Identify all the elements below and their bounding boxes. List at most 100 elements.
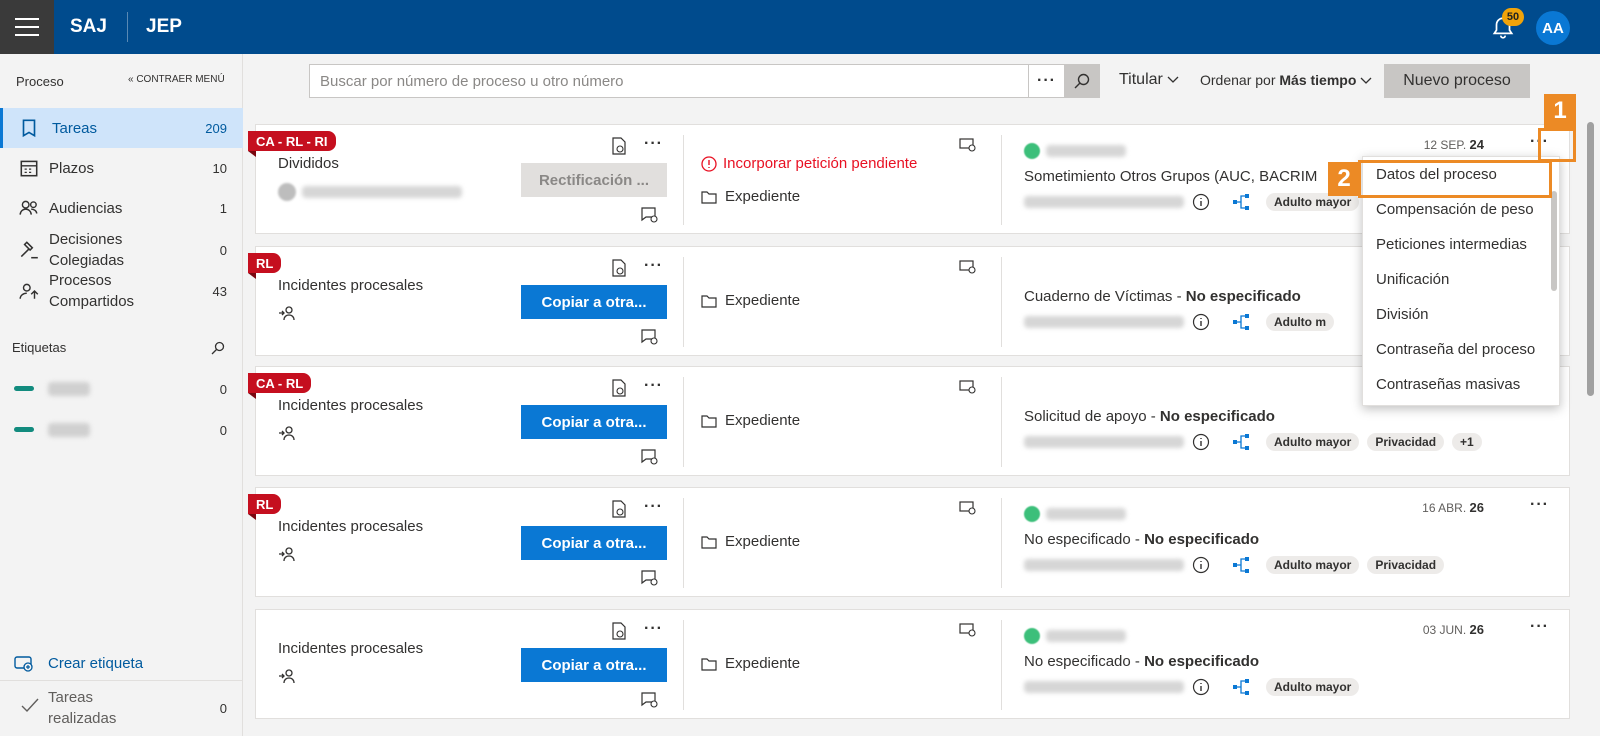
scrollbar-thumb[interactable] <box>1587 122 1594 396</box>
hamburger-menu-icon[interactable] <box>0 0 54 54</box>
info-icon[interactable] <box>1192 678 1210 696</box>
sidebar-item-audiencias[interactable]: Audiencias 1 <box>0 188 243 228</box>
folder-icon <box>701 414 717 428</box>
folder-add-icon[interactable] <box>959 259 977 275</box>
card-meta-row: Adulto mayor Privacidad +1 <box>1024 433 1482 451</box>
tag-chip: Adulto mayor <box>1266 433 1360 451</box>
menu-item-peticiones-intermedias[interactable]: Peticiones intermedias <box>1363 227 1549 262</box>
sidebar-item-tareas-realizadas[interactable]: Tareas realizadas 0 <box>0 680 243 736</box>
process-more-options-button[interactable]: ··· <box>1530 618 1549 636</box>
card-assignee <box>278 546 296 562</box>
comment-add-icon[interactable] <box>641 449 659 465</box>
tag-chip: Adulto mayor <box>1266 556 1360 574</box>
card-meta-row: Adulto mayor <box>1024 678 1360 696</box>
tag-color-bar <box>14 386 34 391</box>
search-labels-icon[interactable] <box>210 340 226 356</box>
alert-text: Incorporar petición pendiente <box>723 155 918 172</box>
folder-add-icon[interactable] <box>959 500 977 516</box>
sidebar-item-tareas[interactable]: Tareas 209 <box>0 108 243 148</box>
document-clock-icon[interactable] <box>611 500 627 518</box>
card-title: Incidentes procesales <box>278 518 424 535</box>
card-more-options-button[interactable]: ··· <box>644 377 663 395</box>
expediente-link[interactable]: Expediente <box>701 292 800 309</box>
main-scrollbar[interactable] <box>1585 112 1596 732</box>
user-name-redacted <box>1046 508 1126 520</box>
document-clock-icon[interactable] <box>611 379 627 397</box>
card-action-button[interactable]: Rectificación ... <box>521 163 667 197</box>
menu-item-division[interactable]: División <box>1363 297 1549 332</box>
card-action-button[interactable]: Copiar a otra... <box>521 405 667 439</box>
tag-name-redacted <box>48 382 90 396</box>
tag-item[interactable]: 0 <box>0 413 243 447</box>
info-icon[interactable] <box>1192 313 1210 331</box>
hierarchy-icon[interactable] <box>1232 556 1252 574</box>
menu-item-contrasena-proceso[interactable]: Contraseña del proceso <box>1363 332 1549 367</box>
menu-item-unificacion[interactable]: Unificación <box>1363 262 1549 297</box>
responsible-user <box>1024 143 1126 159</box>
tag-chip: Adulto mayor <box>1266 678 1360 696</box>
card-more-options-button[interactable]: ··· <box>644 135 663 153</box>
card-meta-row: Adulto m <box>1024 313 1334 331</box>
expediente-link[interactable]: Expediente <box>701 655 800 672</box>
new-process-button[interactable]: Nuevo proceso <box>1384 64 1530 98</box>
menu-item-contrasenas-masivas[interactable]: Contraseñas masivas <box>1363 367 1549 402</box>
folder-add-icon[interactable] <box>959 622 977 638</box>
menu-scrollbar[interactable] <box>1551 191 1557 291</box>
tag-item[interactable]: 0 <box>0 372 243 406</box>
order-dropdown[interactable]: Ordenar por Más tiempo <box>1200 72 1372 88</box>
titular-label: Titular <box>1119 71 1163 88</box>
sidebar-item-procesos-compartidos[interactable]: Procesos Compartidos 43 <box>0 269 243 313</box>
card-action-button[interactable]: Copiar a otra... <box>521 526 667 560</box>
card-more-options-button[interactable]: ··· <box>644 620 663 638</box>
callout-2-highlight <box>1358 160 1552 198</box>
date-day: 26 <box>1469 500 1484 515</box>
create-tag-button[interactable]: Crear etiqueta <box>14 654 143 672</box>
hierarchy-icon[interactable] <box>1232 433 1252 451</box>
card-action-button[interactable]: Copiar a otra... <box>521 285 667 319</box>
document-clock-icon[interactable] <box>611 622 627 640</box>
card-divider <box>1001 257 1002 347</box>
search-button[interactable] <box>1064 64 1100 98</box>
hierarchy-icon[interactable] <box>1232 313 1252 331</box>
expediente-link[interactable]: Expediente <box>701 188 800 205</box>
pending-alert[interactable]: Incorporar petición pendiente <box>701 155 917 172</box>
folder-add-icon[interactable] <box>959 137 977 153</box>
document-clock-icon[interactable] <box>611 137 627 155</box>
search-input[interactable] <box>310 65 1015 97</box>
sidebar-item-plazos[interactable]: Plazos 10 <box>0 148 243 188</box>
process-card[interactable]: Incidentes procesales ··· Copiar a otra.… <box>255 609 1570 719</box>
expediente-link[interactable]: Expediente <box>701 412 800 429</box>
date-month: 03 JUN. <box>1422 623 1467 637</box>
type-flag: RL <box>248 253 282 279</box>
date-month: 16 ABR. <box>1422 501 1467 515</box>
assignee-avatar <box>278 183 296 201</box>
info-icon[interactable] <box>1192 193 1210 211</box>
comment-add-icon[interactable] <box>641 329 659 345</box>
folder-add-icon[interactable] <box>959 379 977 395</box>
titular-dropdown[interactable]: Titular <box>1119 71 1179 89</box>
app-name: JEP <box>146 16 182 37</box>
info-icon[interactable] <box>1192 433 1210 451</box>
card-more-options-button[interactable]: ··· <box>644 498 663 516</box>
search-options-button[interactable]: ··· <box>1028 65 1064 97</box>
chevron-down-icon <box>1167 76 1179 83</box>
expediente-link[interactable]: Expediente <box>701 533 800 550</box>
hierarchy-icon[interactable] <box>1232 678 1252 696</box>
card-action-button[interactable]: Copiar a otra... <box>521 648 667 682</box>
people-icon <box>19 200 38 215</box>
comment-add-icon[interactable] <box>641 692 659 708</box>
collapse-menu-button[interactable]: « CONTRAER MENÚ <box>128 74 225 85</box>
process-more-options-button[interactable]: ··· <box>1530 496 1549 514</box>
info-icon[interactable] <box>1192 556 1210 574</box>
brand-logo[interactable]: SAJ <box>70 16 107 38</box>
search-icon <box>1074 73 1090 89</box>
comment-add-icon[interactable] <box>641 207 659 223</box>
document-clock-icon[interactable] <box>611 259 627 277</box>
hierarchy-icon[interactable] <box>1232 193 1252 211</box>
sidebar-item-decisiones-colegiadas[interactable]: Decisiones Colegiadas 0 <box>0 228 243 272</box>
process-card[interactable]: RL Incidentes procesales ··· Copiar a ot… <box>248 487 1570 597</box>
comment-add-icon[interactable] <box>641 570 659 586</box>
user-avatar[interactable]: AA <box>1536 11 1570 45</box>
card-divider <box>683 377 684 467</box>
card-more-options-button[interactable]: ··· <box>644 257 663 275</box>
